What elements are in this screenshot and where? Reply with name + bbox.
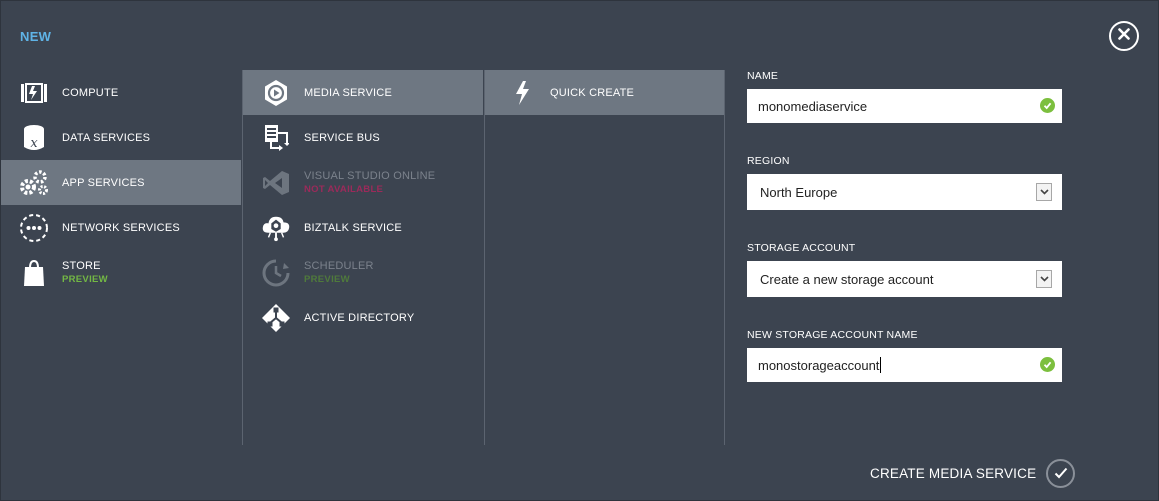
create-media-service-button[interactable]: CREATE MEDIA SERVICE: [870, 458, 1076, 488]
valid-check-icon: [1040, 98, 1055, 113]
new-storage-account-name-input[interactable]: monostorageaccount: [747, 348, 1062, 382]
region-value: North Europe: [760, 184, 838, 200]
shopping-bag-icon: [19, 258, 49, 288]
checkmark-icon: [1046, 458, 1076, 488]
preview-badge: PREVIEW: [62, 274, 108, 285]
valid-check-icon: [1040, 357, 1055, 372]
media-play-icon: [261, 78, 291, 108]
service-label: SCHEDULER: [304, 260, 374, 272]
method-label: QUICK CREATE: [550, 86, 635, 99]
service-service-bus[interactable]: SERVICE BUS: [243, 115, 483, 160]
category-network-services[interactable]: NETWORK SERVICES: [1, 205, 241, 250]
svg-text:x: x: [30, 136, 38, 151]
service-bus-icon: [261, 123, 291, 153]
name-value: monomediaservice: [758, 98, 868, 114]
new-storage-account-name-label: NEW STORAGE ACCOUNT NAME: [747, 329, 918, 341]
storage-account-select[interactable]: Create a new storage account: [747, 261, 1062, 297]
category-compute[interactable]: COMPUTE: [1, 70, 241, 115]
category-label: DATA SERVICES: [62, 131, 151, 144]
visual-studio-icon: [261, 168, 291, 198]
name-input[interactable]: monomediaservice: [747, 89, 1062, 123]
service-label: MEDIA SERVICE: [304, 86, 392, 99]
text-cursor: [880, 357, 882, 373]
service-label: BIZTALK SERVICE: [304, 221, 402, 234]
chevron-down-icon[interactable]: [1036, 183, 1052, 201]
biztalk-cloud-icon: [261, 213, 291, 243]
region-label: REGION: [747, 155, 790, 167]
service-media-service[interactable]: MEDIA SERVICE: [243, 70, 483, 115]
active-directory-icon: [261, 303, 291, 333]
gears-icon: [19, 168, 49, 198]
category-list: COMPUTE x DATA SERVICES APP SERVICES NET…: [1, 70, 241, 445]
lightning-icon: [507, 78, 537, 108]
not-available-badge: NOT AVAILABLE: [304, 184, 384, 195]
region-select[interactable]: North Europe: [747, 174, 1062, 210]
category-store[interactable]: STORE PREVIEW: [1, 250, 241, 295]
method-list: QUICK CREATE: [484, 70, 725, 445]
category-label: APP SERVICES: [62, 176, 145, 189]
storage-account-label: STORAGE ACCOUNT: [747, 242, 856, 254]
service-scheduler: SCHEDULER PREVIEW: [243, 250, 483, 295]
media-service-form: NAME monomediaservice REGION North Europ…: [747, 70, 1062, 414]
category-label: STORE: [62, 260, 101, 272]
close-button[interactable]: [1109, 21, 1139, 51]
network-icon: [19, 213, 49, 243]
method-quick-create[interactable]: QUICK CREATE: [485, 70, 724, 115]
data-services-icon: x: [19, 123, 49, 153]
dialog-title: NEW: [20, 29, 52, 44]
storage-account-value: Create a new storage account: [760, 271, 934, 287]
new-storage-account-name-value: monostorageaccount: [758, 357, 880, 373]
name-label: NAME: [747, 70, 779, 82]
category-label: NETWORK SERVICES: [62, 221, 180, 234]
service-active-directory[interactable]: ACTIVE DIRECTORY: [243, 295, 483, 340]
preview-badge: PREVIEW: [304, 274, 350, 285]
service-visual-studio-online: VISUAL STUDIO ONLINE NOT AVAILABLE: [243, 160, 483, 205]
category-data-services[interactable]: x DATA SERVICES: [1, 115, 241, 160]
service-label: SERVICE BUS: [304, 131, 380, 144]
new-dialog: NEW COMPUTE x DATA SERVICES APP SERVICES…: [0, 0, 1159, 501]
category-app-services[interactable]: APP SERVICES: [1, 160, 241, 205]
service-biztalk-service[interactable]: BIZTALK SERVICE: [243, 205, 483, 250]
scheduler-clock-icon: [261, 258, 291, 288]
close-icon: [1118, 27, 1130, 45]
service-label: ACTIVE DIRECTORY: [304, 311, 415, 324]
service-list: MEDIA SERVICE SERVICE BUS VISUAL STUDIO …: [242, 70, 483, 445]
service-label: VISUAL STUDIO ONLINE: [304, 170, 436, 182]
chevron-down-icon[interactable]: [1036, 270, 1052, 288]
create-button-label: CREATE MEDIA SERVICE: [870, 465, 1037, 481]
category-label: COMPUTE: [62, 86, 119, 99]
compute-icon: [19, 78, 49, 108]
